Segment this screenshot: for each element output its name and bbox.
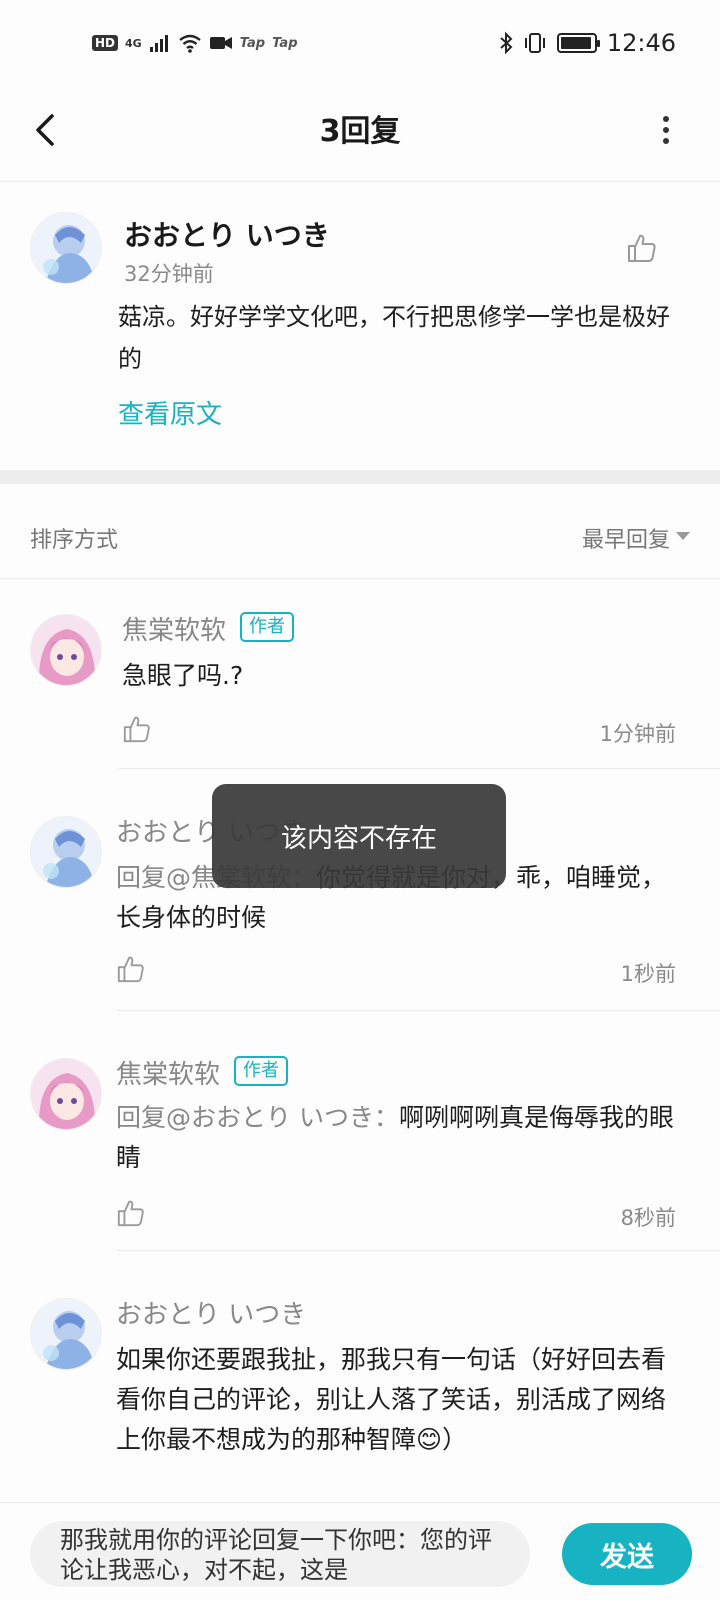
- reply-author[interactable]: おおとり いつき: [116, 1294, 306, 1331]
- avatar[interactable]: [30, 816, 102, 888]
- taptap-icon: Tap: [272, 35, 298, 51]
- comment-time: 32分钟前: [124, 262, 214, 286]
- reply-time: 8秒前: [620, 1206, 676, 1230]
- anime-boy-avatar: [31, 817, 101, 887]
- thumbs-up-icon[interactable]: [122, 714, 152, 744]
- toast-message: 该内容不存在: [212, 784, 506, 888]
- network-type: 4G: [125, 36, 142, 50]
- video-call-icon: [209, 37, 232, 49]
- reply-author[interactable]: 焦棠软软: [122, 610, 226, 647]
- reply-text: 急眼了吗.?: [122, 656, 682, 696]
- caret-down-icon[interactable]: [676, 532, 690, 540]
- hd-badge: HD: [92, 35, 119, 51]
- thumbs-up-icon[interactable]: [116, 954, 146, 984]
- avatar[interactable]: [30, 1298, 102, 1370]
- status-bar: HD 4G Tap Tap 12:46: [0, 0, 720, 88]
- avatar[interactable]: [30, 212, 102, 284]
- reply-text: 回复@おおとり いつき：啊咧啊咧真是侮辱我的眼睛: [116, 1098, 686, 1178]
- page-title: 3回复: [319, 114, 401, 149]
- thumbs-up-icon[interactable]: [626, 232, 658, 264]
- sort-label: 排序方式: [30, 528, 119, 553]
- status-right: 12:46: [499, 28, 676, 58]
- section-divider: [0, 470, 720, 484]
- top-nav: 3回复: [0, 88, 720, 182]
- divider: [116, 1250, 720, 1251]
- taptap-icon: Tap: [239, 35, 266, 51]
- anime-boy-avatar: [31, 1299, 101, 1369]
- reply-mention[interactable]: 回复@おおとり いつき：: [116, 1103, 399, 1132]
- reply-time: 1分钟前: [599, 722, 676, 746]
- more-vertical-icon[interactable]: [658, 112, 674, 148]
- view-original-link[interactable]: 查看原文: [118, 394, 222, 431]
- reply-input[interactable]: 那我就用你的评论回复一下你吧：您的评论让我恶心，对不起，这是: [30, 1521, 530, 1587]
- bluetooth-icon: [500, 31, 513, 55]
- comment-author[interactable]: おおとり いつき: [124, 214, 330, 254]
- battery-icon: [556, 33, 600, 53]
- divider: [0, 578, 720, 579]
- reply-time: 1秒前: [620, 962, 676, 986]
- reply-author[interactable]: 焦棠软软: [116, 1054, 220, 1091]
- divider: [118, 768, 720, 769]
- thumbs-up-icon[interactable]: [116, 1198, 146, 1228]
- reply-composer: 那我就用你的评论回复一下你吧：您的评论让我恶心，对不起，这是 发送: [0, 1502, 720, 1600]
- reply-body: 急眼了吗.?: [122, 661, 244, 690]
- author-badge: 作者: [234, 1056, 288, 1086]
- anime-girl-pink-avatar: [31, 1059, 101, 1129]
- vibrate-icon: [524, 33, 545, 53]
- author-badge: 作者: [240, 612, 294, 642]
- clock: 12:46: [606, 29, 676, 57]
- reply-text: 如果你还要跟我扯，那我只有一句话（好好回去看看你自己的评论，别让人落了笑话，别活…: [116, 1340, 686, 1460]
- comment-text: 菇凉。好好学学文化吧，不行把思修学一学也是极好的: [118, 303, 670, 373]
- signal-icon: [149, 35, 168, 52]
- anime-boy-avatar: [31, 213, 101, 283]
- reply-body: 如果你还要跟我扯，那我只有一句话（好好回去看看你自己的评论，别让人落了笑话，别活…: [116, 1345, 667, 1454]
- wifi-icon: [178, 34, 201, 53]
- send-button[interactable]: 发送: [562, 1523, 692, 1585]
- avatar[interactable]: [30, 614, 102, 686]
- status-left: HD 4G Tap Tap: [92, 28, 298, 58]
- divider: [116, 1010, 720, 1011]
- avatar[interactable]: [30, 1058, 102, 1130]
- anime-girl-pink-avatar: [31, 615, 101, 685]
- sort-dropdown[interactable]: 最早回复: [582, 522, 670, 554]
